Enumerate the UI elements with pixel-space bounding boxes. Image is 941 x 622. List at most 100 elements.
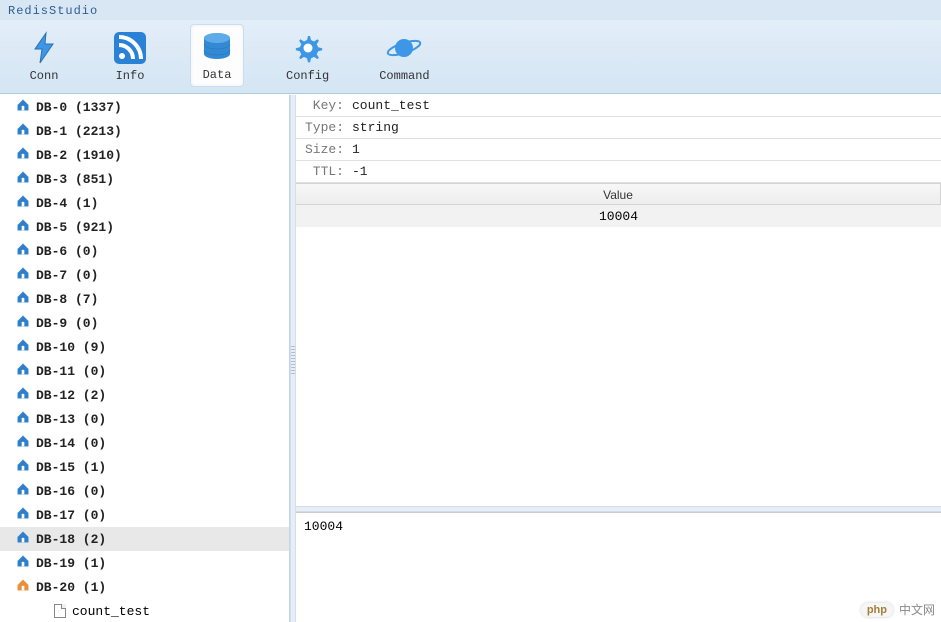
db-item-db-1[interactable]: DB-1 (2213) [0, 119, 289, 143]
watermark: php 中文网 [861, 601, 935, 618]
db-label: DB-11 (0) [36, 364, 106, 379]
home-icon [16, 482, 36, 500]
meta-type-value: string [348, 120, 399, 135]
home-icon [16, 386, 36, 404]
db-label: DB-18 (2) [36, 532, 106, 547]
meta-type-label: Type: [302, 120, 348, 135]
db-label: DB-19 (1) [36, 556, 106, 571]
file-icon [54, 604, 66, 618]
key-item[interactable]: count_test [0, 599, 289, 622]
db-label: DB-14 (0) [36, 436, 106, 451]
db-item-db-19[interactable]: DB-19 (1) [0, 551, 289, 575]
db-item-db-2[interactable]: DB-2 (1910) [0, 143, 289, 167]
home-icon [16, 434, 36, 452]
db-item-db-12[interactable]: DB-12 (2) [0, 383, 289, 407]
db-label: DB-9 (0) [36, 316, 98, 331]
db-label: DB-5 (921) [36, 220, 114, 235]
db-item-db-0[interactable]: DB-0 (1337) [0, 95, 289, 119]
meta-size-row: Size: 1 [296, 139, 941, 161]
meta-key-row: Key: count_test [296, 95, 941, 117]
db-item-db-4[interactable]: DB-4 (1) [0, 191, 289, 215]
toolbar-info[interactable]: Info [104, 26, 156, 87]
db-sidebar[interactable]: DB-0 (1337) DB-1 (2213) DB-2 (1910) DB-3 (8… [0, 95, 290, 622]
rss-icon [112, 30, 148, 66]
db-item-db-10[interactable]: DB-10 (9) [0, 335, 289, 359]
home-icon [16, 218, 36, 236]
value-table-header: Value [296, 183, 941, 205]
toolbar-label: Info [116, 69, 145, 83]
db-item-db-3[interactable]: DB-3 (851) [0, 167, 289, 191]
toolbar-label: Command [379, 69, 429, 83]
watermark-text: 中文网 [899, 601, 935, 618]
toolbar-label: Data [203, 68, 232, 82]
db-label: DB-10 (9) [36, 340, 106, 355]
home-icon [16, 290, 36, 308]
raw-value: 10004 [304, 519, 343, 534]
planet-icon [386, 30, 422, 66]
db-item-db-9[interactable]: DB-9 (0) [0, 311, 289, 335]
toolbar-label: Config [286, 69, 329, 83]
db-item-db-5[interactable]: DB-5 (921) [0, 215, 289, 239]
title-bar: RedisStudio [0, 0, 941, 20]
db-label: DB-12 (2) [36, 388, 106, 403]
home-icon [16, 554, 36, 572]
db-item-db-18[interactable]: DB-18 (2) [0, 527, 289, 551]
db-label: DB-8 (7) [36, 292, 98, 307]
database-icon [199, 29, 235, 65]
table-row[interactable]: 10004 [296, 205, 941, 227]
db-item-db-7[interactable]: DB-7 (0) [0, 263, 289, 287]
home-icon [16, 146, 36, 164]
home-icon [16, 194, 36, 212]
toolbar-data[interactable]: Data [190, 24, 244, 87]
db-label: DB-1 (2213) [36, 124, 122, 139]
meta-size-label: Size: [302, 142, 348, 157]
db-label: DB-4 (1) [36, 196, 98, 211]
db-label: DB-15 (1) [36, 460, 106, 475]
raw-value-pane[interactable]: 10004 [296, 512, 941, 622]
home-icon [16, 362, 36, 380]
home-icon [16, 98, 36, 116]
toolbar-conn[interactable]: Conn [18, 26, 70, 87]
value-column-header[interactable]: Value [296, 184, 941, 204]
meta-type-row: Type: string [296, 117, 941, 139]
home-icon [16, 122, 36, 140]
main-area: DB-0 (1337) DB-1 (2213) DB-2 (1910) DB-3 (8… [0, 94, 941, 622]
home-icon [16, 338, 36, 356]
meta-size-value: 1 [348, 142, 360, 157]
home-icon [16, 506, 36, 524]
meta-ttl-row: TTL: -1 [296, 161, 941, 183]
db-label: DB-13 (0) [36, 412, 106, 427]
toolbar-label: Conn [30, 69, 59, 83]
meta-ttl-label: TTL: [302, 164, 348, 179]
app-title: RedisStudio [8, 4, 98, 18]
db-item-db-17[interactable]: DB-17 (0) [0, 503, 289, 527]
value-table-body[interactable]: 10004 [296, 205, 941, 506]
db-label: DB-2 (1910) [36, 148, 122, 163]
value-cell: 10004 [296, 205, 941, 227]
home-icon [16, 410, 36, 428]
db-label: DB-16 (0) [36, 484, 106, 499]
meta-key-value: count_test [348, 98, 430, 113]
db-label: DB-17 (0) [36, 508, 106, 523]
key-label: count_test [72, 604, 150, 619]
meta-key-label: Key: [302, 98, 348, 113]
db-item-db-13[interactable]: DB-13 (0) [0, 407, 289, 431]
home-icon [16, 266, 36, 284]
home-icon [16, 530, 36, 548]
db-item-db-6[interactable]: DB-6 (0) [0, 239, 289, 263]
db-item-db-16[interactable]: DB-16 (0) [0, 479, 289, 503]
db-item-db-14[interactable]: DB-14 (0) [0, 431, 289, 455]
watermark-badge: php [861, 603, 893, 617]
db-label: DB-3 (851) [36, 172, 114, 187]
db-label: DB-6 (0) [36, 244, 98, 259]
toolbar-config[interactable]: Config [278, 26, 337, 87]
meta-ttl-value: -1 [348, 164, 368, 179]
db-item-db-15[interactable]: DB-15 (1) [0, 455, 289, 479]
db-item-db-20[interactable]: DB-20 (1) [0, 575, 289, 599]
home-icon [16, 458, 36, 476]
toolbar-command[interactable]: Command [371, 26, 437, 87]
db-label: DB-0 (1337) [36, 100, 122, 115]
db-label: DB-20 (1) [36, 580, 106, 595]
db-item-db-11[interactable]: DB-11 (0) [0, 359, 289, 383]
db-item-db-8[interactable]: DB-8 (7) [0, 287, 289, 311]
